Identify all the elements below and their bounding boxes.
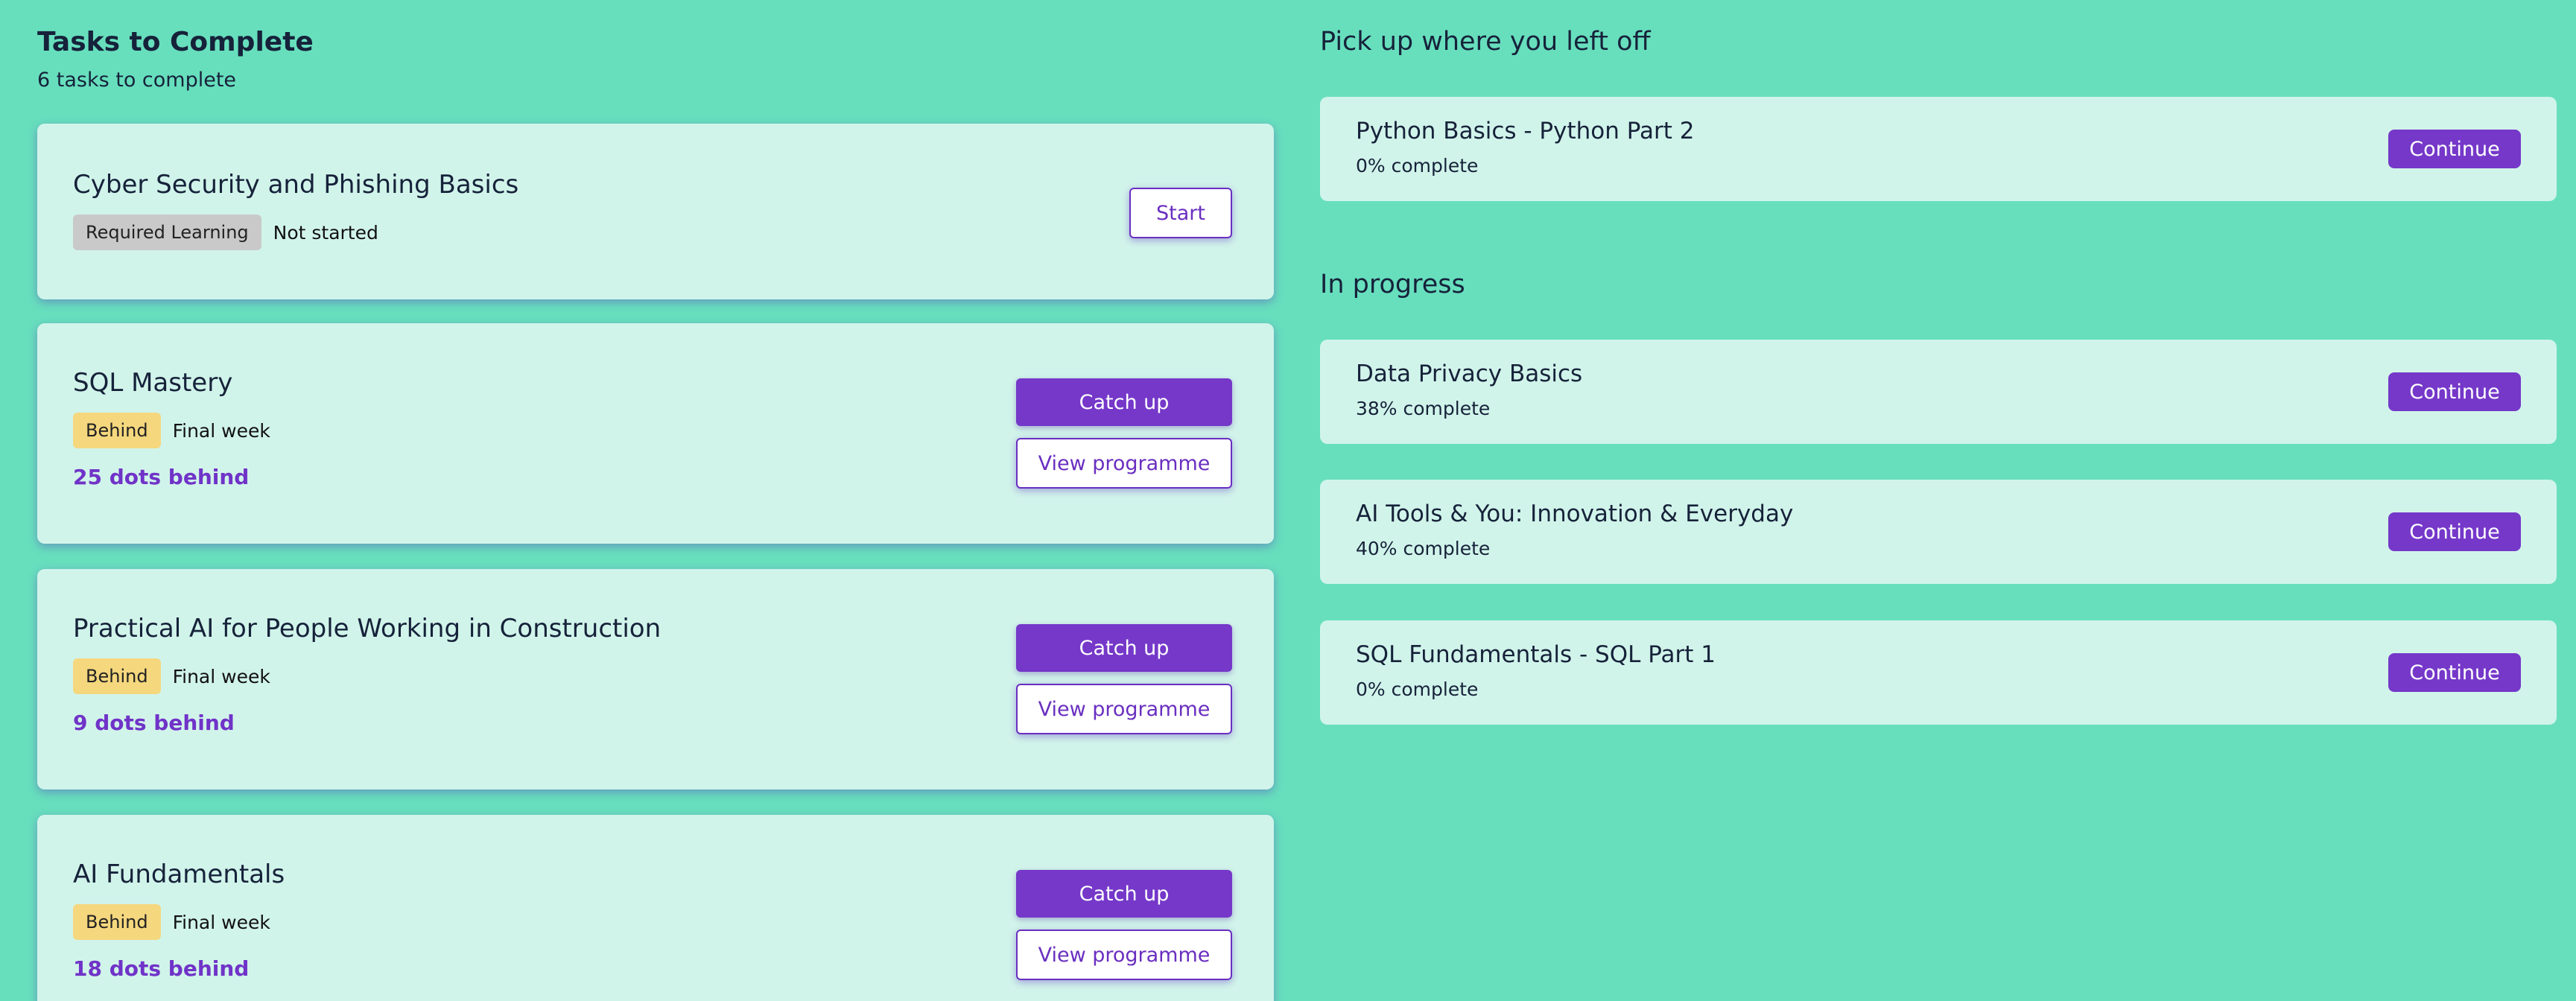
task-status-text: Not started — [273, 221, 378, 244]
task-status-row: Behind Final week — [73, 904, 270, 940]
task-card-ai-fundamentals: AI Fundamentals Behind Final week 18 dot… — [37, 815, 1274, 1001]
task-status-row: Behind Final week — [73, 658, 270, 694]
task-card-cyber-security: Cyber Security and Phishing Basics Requi… — [37, 124, 1274, 299]
course-name: Data Privacy Basics — [1356, 360, 1583, 387]
course-name: Python Basics - Python Part 2 — [1356, 118, 1695, 144]
view-programme-button[interactable]: View programme — [1016, 438, 1232, 489]
course-name: SQL Fundamentals - SQL Part 1 — [1356, 641, 1716, 668]
course-progress: 0% complete — [1356, 155, 1479, 177]
catch-up-button[interactable]: Catch up — [1016, 870, 1232, 918]
course-name: AI Tools & You: Innovation & Everyday — [1356, 500, 1794, 527]
continue-button[interactable]: Continue — [2388, 130, 2521, 168]
course-card-ai-tools: AI Tools & You: Innovation & Everyday 40… — [1320, 480, 2557, 584]
in-progress-title: In progress — [1320, 270, 1465, 299]
start-button[interactable]: Start — [1129, 188, 1232, 238]
task-title: SQL Mastery — [73, 368, 233, 398]
task-status-text: Final week — [172, 911, 270, 933]
required-learning-badge: Required Learning — [73, 214, 261, 250]
task-status-row: Behind Final week — [73, 413, 270, 448]
course-card-data-privacy: Data Privacy Basics 38% complete Continu… — [1320, 340, 2557, 444]
course-progress: 0% complete — [1356, 679, 1479, 700]
course-card-python-basics: Python Basics - Python Part 2 0% complet… — [1320, 97, 2557, 201]
tasks-title: Tasks to Complete — [37, 27, 314, 57]
behind-badge: Behind — [73, 658, 161, 694]
catch-up-button[interactable]: Catch up — [1016, 378, 1232, 426]
task-title: AI Fundamentals — [73, 859, 285, 889]
task-status-text: Final week — [172, 665, 270, 687]
task-card-sql-mastery: SQL Mastery Behind Final week 25 dots be… — [37, 323, 1274, 544]
dots-behind-text: 9 dots behind — [73, 711, 235, 735]
task-title: Cyber Security and Phishing Basics — [73, 170, 519, 200]
task-status-row: Required Learning Not started — [73, 214, 378, 250]
task-card-practical-ai: Practical AI for People Working in Const… — [37, 569, 1274, 789]
dashboard-page: Tasks to Complete 6 tasks to complete Cy… — [0, 0, 2576, 1001]
dots-behind-text: 25 dots behind — [73, 465, 250, 489]
continue-button[interactable]: Continue — [2388, 512, 2521, 551]
view-programme-button[interactable]: View programme — [1016, 684, 1232, 734]
course-progress: 38% complete — [1356, 398, 1491, 419]
catch-up-button[interactable]: Catch up — [1016, 624, 1232, 672]
task-title: Practical AI for People Working in Const… — [73, 614, 662, 644]
behind-badge: Behind — [73, 904, 161, 940]
course-card-sql-fundamentals: SQL Fundamentals - SQL Part 1 0% complet… — [1320, 620, 2557, 725]
behind-badge: Behind — [73, 413, 161, 448]
course-progress: 40% complete — [1356, 538, 1491, 559]
dots-behind-text: 18 dots behind — [73, 956, 250, 981]
resume-section-title: Pick up where you left off — [1320, 27, 1651, 57]
view-programme-button[interactable]: View programme — [1016, 930, 1232, 980]
continue-button[interactable]: Continue — [2388, 653, 2521, 692]
task-status-text: Final week — [172, 419, 270, 442]
tasks-count: 6 tasks to complete — [37, 69, 237, 92]
continue-button[interactable]: Continue — [2388, 372, 2521, 411]
